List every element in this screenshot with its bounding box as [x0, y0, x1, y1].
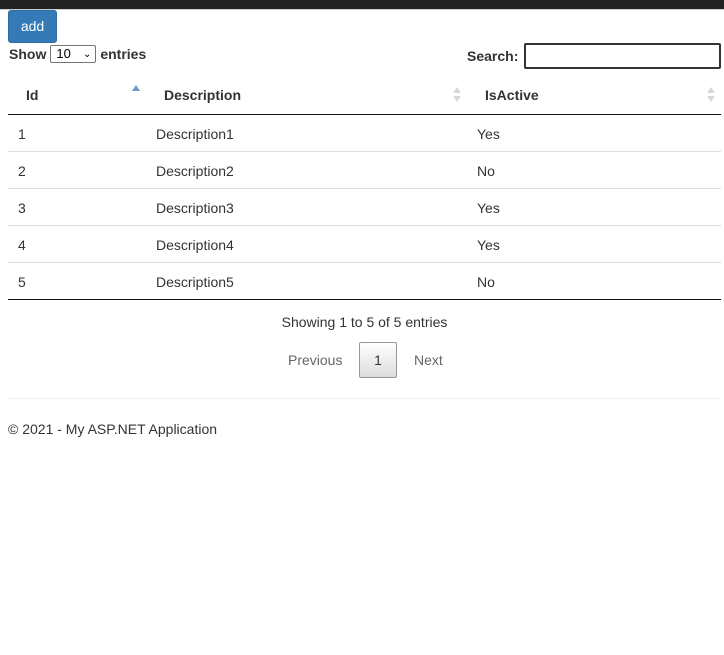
footer-text: © 2021 - My ASP.NET Application [8, 421, 218, 437]
cell-id: 1 [18, 126, 26, 142]
footer-divider [8, 398, 721, 399]
table-header: Id Description IsActive [8, 76, 721, 115]
cell-isactive: Yes [477, 126, 500, 142]
cell-id: 5 [18, 274, 26, 290]
length-suffix-label: entries [100, 46, 147, 62]
navbar [0, 0, 724, 9]
pagination: Previous 1 Next [0, 342, 724, 378]
column-header-isactive[interactable]: IsActive [485, 87, 539, 103]
table-row: 2 Description2 No [8, 152, 721, 189]
table-row: 4 Description4 Yes [8, 226, 721, 263]
chevron-down-icon: ⌄ [82, 49, 92, 60]
cell-id: 3 [18, 200, 26, 216]
data-table: Id Description IsActive 1 Description1 Y… [8, 76, 721, 300]
table-info: Showing 1 to 5 of 5 entries [281, 314, 448, 330]
column-header-description[interactable]: Description [164, 87, 241, 103]
next-page-button[interactable]: Next [414, 352, 443, 368]
cell-description: Description5 [156, 274, 234, 290]
previous-page-button[interactable]: Previous [288, 352, 342, 368]
cell-id: 4 [18, 237, 26, 253]
length-prefix-label: Show [9, 46, 47, 62]
cell-id: 2 [18, 163, 26, 179]
cell-isactive: Yes [477, 200, 500, 216]
entries-length-select[interactable]: 10 ⌄ [50, 45, 97, 63]
sort-both-icon [707, 87, 715, 103]
table-row: 5 Description5 No [8, 263, 721, 300]
table-row: 3 Description3 Yes [8, 189, 721, 226]
navbar-divider [0, 9, 724, 10]
search-input[interactable] [524, 43, 721, 69]
entries-length-control: Show 10 ⌄ entries [9, 44, 146, 64]
cell-isactive: No [477, 163, 495, 179]
entries-length-value: 10 [56, 46, 71, 61]
sort-ascending-icon [132, 85, 140, 91]
table-row: 1 Description1 Yes [8, 115, 721, 152]
cell-isactive: Yes [477, 237, 500, 253]
sort-both-icon [453, 87, 461, 103]
cell-description: Description3 [156, 200, 234, 216]
add-button[interactable]: add [8, 10, 57, 43]
cell-isactive: No [477, 274, 495, 290]
page-button-current[interactable]: 1 [359, 342, 397, 378]
search-label: Search: [467, 48, 519, 64]
column-header-id[interactable]: Id [26, 87, 38, 103]
cell-description: Description2 [156, 163, 234, 179]
cell-description: Description1 [156, 126, 234, 142]
cell-description: Description4 [156, 237, 234, 253]
